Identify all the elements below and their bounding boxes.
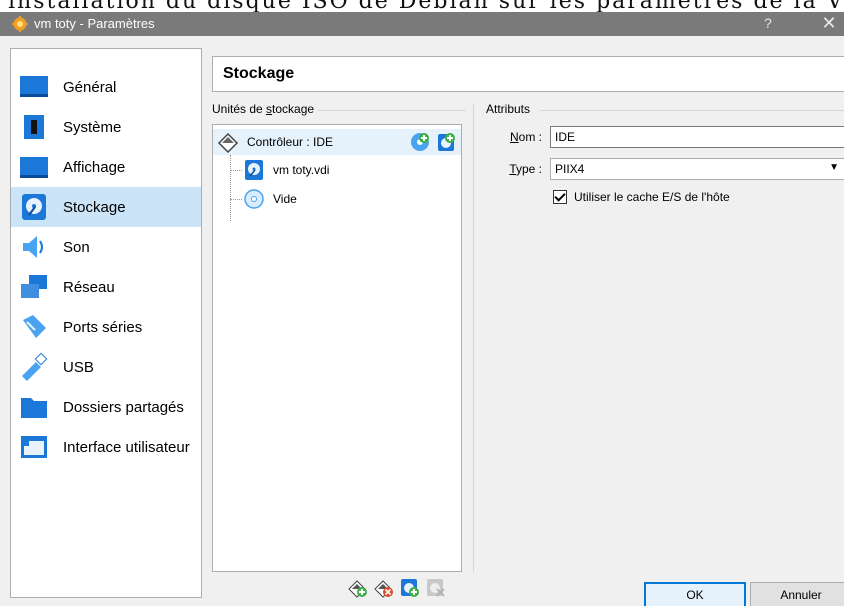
add-optical-drive-icon[interactable]: [409, 131, 431, 153]
sidebar-item-label: Dossiers partagés: [63, 398, 184, 416]
sidebar-item-label: Affichage: [63, 158, 126, 176]
storage-icon: [22, 194, 46, 220]
virtualbox-app-icon: [12, 16, 28, 32]
system-icon: [24, 115, 44, 139]
group-divider: [540, 110, 844, 111]
ok-button[interactable]: OK: [644, 582, 746, 606]
remove-controller-icon[interactable]: [374, 578, 394, 598]
user-interface-icon: [21, 436, 47, 458]
settings-dialog: Général Système Affichage Stockage Son R…: [0, 36, 844, 606]
tree-item-optical-empty[interactable]: Vide: [243, 186, 297, 212]
sidebar-item-label: USB: [63, 358, 94, 376]
title-bar: vm toty - Paramètres ? ✕: [0, 12, 844, 36]
sidebar-item-label: Ports séries: [63, 318, 143, 336]
sidebar-item-sound[interactable]: Son: [11, 227, 201, 267]
tree-item-label: Vide: [273, 192, 297, 206]
sidebar-item-general[interactable]: Général: [11, 67, 201, 107]
ide-controller-icon: [217, 132, 239, 153]
storage-toolbar: [348, 578, 446, 598]
tree-item-label: Contrôleur : IDE: [247, 135, 334, 149]
usb-icon: [22, 352, 48, 381]
group-divider: [300, 110, 466, 111]
hard-disk-icon: [245, 160, 263, 180]
sidebar-item-usb[interactable]: USB: [11, 347, 201, 387]
type-label: Type :: [509, 162, 542, 176]
type-select[interactable]: PIIX4 ▼: [550, 158, 844, 180]
network-icon: [21, 275, 47, 298]
close-button[interactable]: ✕: [818, 13, 840, 34]
sidebar-item-display[interactable]: Affichage: [11, 147, 201, 187]
host-io-cache-checkbox[interactable]: [553, 190, 567, 204]
dropdown-arrow-icon: ▼: [829, 162, 839, 173]
cancel-button[interactable]: Annuler: [750, 582, 844, 606]
host-io-cache-label: Utiliser le cache E/S de l'hôte: [574, 190, 730, 204]
display-icon: [20, 157, 48, 178]
page-header: Stockage: [212, 56, 844, 92]
tree-item-label: vm toty.vdi: [273, 163, 330, 177]
remove-attachment-icon[interactable]: [426, 578, 446, 598]
sidebar-item-storage[interactable]: Stockage: [11, 187, 201, 227]
serial-ports-icon: [23, 315, 46, 338]
attributes-group-title: Attributs: [486, 102, 535, 116]
tree-connector: [230, 170, 242, 171]
tree-connector: [230, 199, 242, 200]
general-icon: [20, 76, 48, 97]
sidebar-item-network[interactable]: Réseau: [11, 267, 201, 307]
sidebar-item-label: Système: [63, 118, 122, 136]
name-label: Nom :: [509, 130, 542, 144]
page-title: Stockage: [223, 65, 295, 82]
name-input[interactable]: IDE: [550, 126, 844, 148]
optical-disc-icon: [244, 189, 264, 209]
panel-separator: [473, 104, 474, 572]
sidebar-item-serial-ports[interactable]: Ports séries: [11, 307, 201, 347]
add-controller-icon[interactable]: [348, 578, 368, 598]
tree-item-hard-disk[interactable]: vm toty.vdi: [243, 157, 329, 183]
storage-tree[interactable]: Contrôleur : IDE vm toty.vdi Vide: [212, 124, 462, 572]
add-hard-disk-icon[interactable]: [435, 131, 457, 153]
settings-category-list: Général Système Affichage Stockage Son R…: [10, 48, 202, 598]
sidebar-item-user-interface[interactable]: Interface utilisateur: [11, 427, 201, 467]
window-title: vm toty - Paramètres: [34, 16, 155, 31]
sidebar-item-label: Stockage: [63, 198, 126, 216]
sidebar-item-label: Interface utilisateur: [63, 438, 190, 456]
shared-folders-icon: [21, 398, 47, 418]
sidebar-item-label: Général: [63, 78, 117, 96]
sidebar-item-label: Son: [63, 238, 90, 256]
tree-connector: [230, 155, 231, 221]
add-attachment-icon[interactable]: [400, 578, 420, 598]
storage-units-group-title: Unités de stockage: [212, 102, 319, 116]
sidebar-item-label: Réseau: [63, 278, 115, 296]
sidebar-item-shared-folders[interactable]: Dossiers partagés: [11, 387, 201, 427]
sidebar-item-system[interactable]: Système: [11, 107, 201, 147]
sound-icon: [23, 236, 43, 258]
type-select-value: PIIX4: [555, 162, 585, 176]
help-button[interactable]: ?: [758, 15, 778, 31]
